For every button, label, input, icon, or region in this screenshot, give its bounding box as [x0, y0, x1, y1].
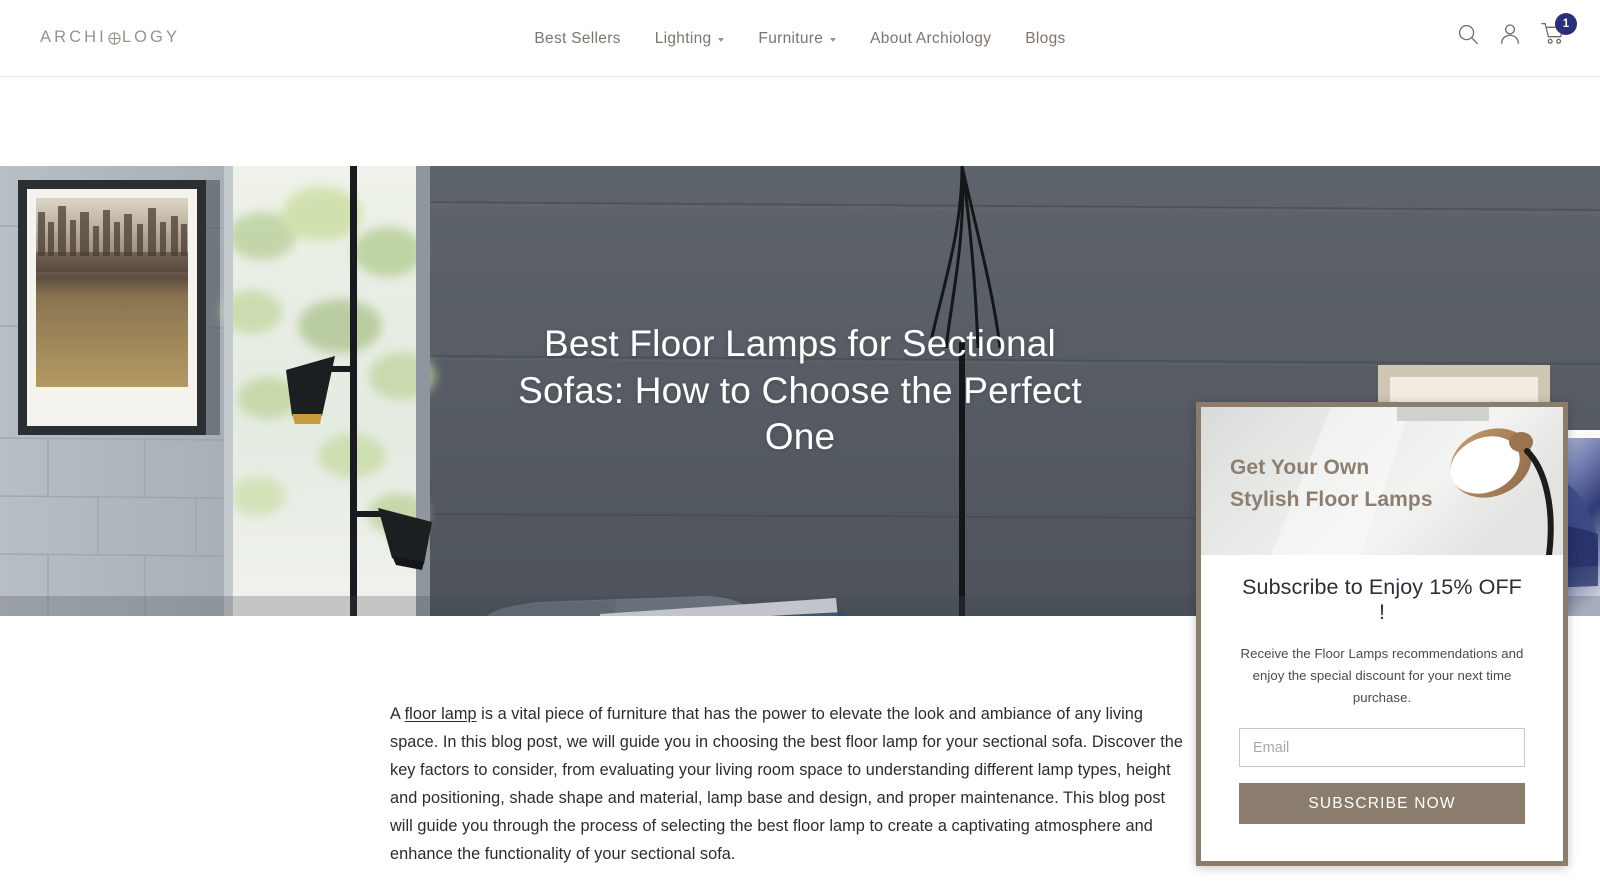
nav-item-furniture[interactable]: Furniture — [741, 30, 853, 48]
search-icon[interactable] — [1457, 23, 1479, 50]
popup-banner-text: Get Your Own Stylish Floor Lamps — [1230, 452, 1433, 515]
paragraph-rest: is a vital piece of furniture that has t… — [390, 705, 1183, 864]
user-account-icon[interactable] — [1499, 22, 1521, 50]
popup-content: Subscribe to Enjoy 15% OFF ! Receive the… — [1201, 555, 1563, 825]
nav-label: Furniture — [758, 29, 824, 47]
site-header: ARCHI LOGY Best Sellers Lighting Furnitu… — [0, 0, 1600, 77]
newsletter-popup: Get Your Own Stylish Floor Lamps Subscri… — [1196, 402, 1568, 866]
subscribe-now-button[interactable]: SUBSCRIBE NOW — [1239, 783, 1525, 825]
email-input[interactable] — [1239, 728, 1525, 768]
popup-banner-line1: Get Your Own — [1230, 456, 1370, 479]
popup-subtext: Receive the Floor Lamps recommendations … — [1240, 646, 1524, 705]
cart-count-badge: 1 — [1555, 13, 1577, 35]
header-actions: 1 — [1457, 13, 1577, 50]
nav-label: About Archiology — [870, 29, 992, 47]
article-paragraph: A floor lamp is a vital piece of furnitu… — [390, 700, 1190, 868]
header-spacer — [0, 77, 1600, 166]
paragraph-lead: A — [390, 705, 405, 723]
nav-item-lighting[interactable]: Lighting — [638, 30, 742, 48]
popup-banner-line2: Stylish Floor Lamps — [1230, 487, 1433, 511]
nav-label: Best Sellers — [534, 29, 621, 47]
page-root: ARCHI LOGY Best Sellers Lighting Furnitu… — [0, 0, 1600, 887]
main-navigation: Best Sellers Lighting Furniture About Ar… — [0, 0, 1600, 77]
shopping-cart-icon[interactable]: 1 — [1541, 13, 1577, 50]
nav-label: Lighting — [654, 29, 712, 47]
popup-heading: Subscribe to Enjoy 15% OFF ! — [1242, 575, 1522, 624]
popup-banner-image: Get Your Own Stylish Floor Lamps — [1201, 407, 1563, 555]
nav-item-about-archiology[interactable]: About Archiology — [853, 30, 1008, 48]
nav-label: Blogs — [1025, 29, 1066, 47]
nav-item-blogs[interactable]: Blogs — [1008, 30, 1082, 48]
chevron-down-icon — [830, 37, 837, 42]
floor-lamp-link[interactable]: floor lamp — [405, 705, 477, 723]
nav-item-best-sellers[interactable]: Best Sellers — [517, 30, 637, 48]
chevron-down-icon — [718, 37, 725, 42]
